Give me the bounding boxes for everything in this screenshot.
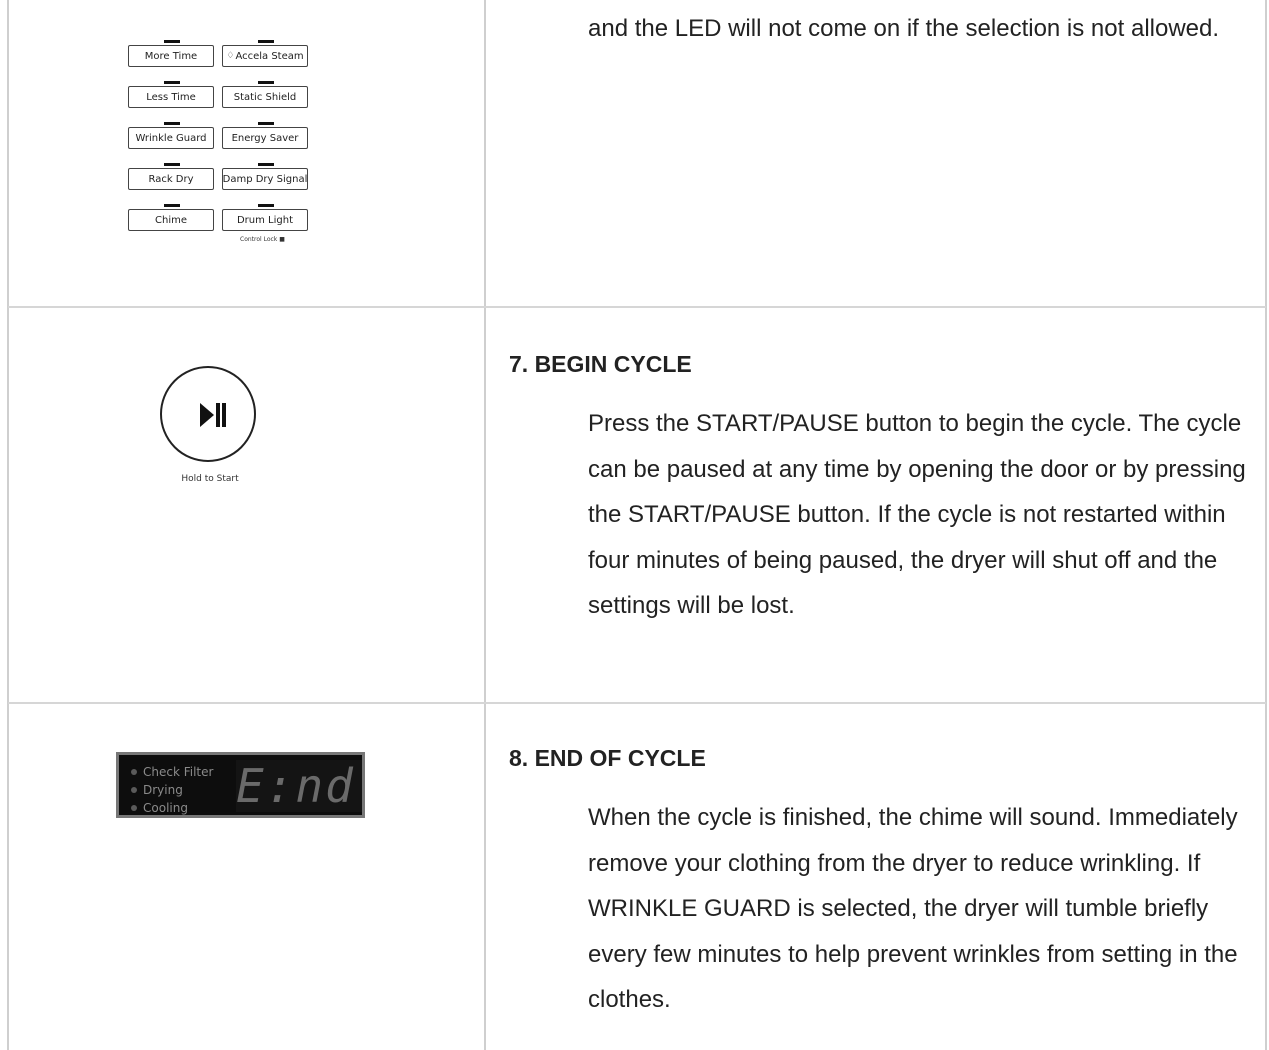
option-row: More Time ♢ Accela Steam	[127, 40, 309, 81]
led-indicator	[258, 204, 274, 207]
led-indicator	[164, 122, 180, 125]
option-row: Less Time Static Shield	[127, 81, 309, 122]
table-left-border	[7, 0, 9, 1050]
table-right-border	[1265, 0, 1267, 1050]
drying-indicator: Drying	[131, 781, 213, 799]
indicator-light-icon	[131, 805, 137, 811]
accela-steam-button: ♢ Accela Steam	[222, 45, 308, 67]
indicator-light-icon	[131, 769, 137, 775]
led-indicator	[258, 40, 274, 43]
start-pause-button	[160, 366, 256, 462]
led-indicator	[164, 40, 180, 43]
lock-icon: ■	[279, 236, 285, 243]
begin-cycle-heading: 7. BEGIN CYCLE	[509, 351, 692, 377]
static-shield-button: Static Shield	[222, 86, 308, 108]
energy-saver-button: Energy Saver	[222, 127, 308, 149]
hold-to-start-label: Hold to Start	[181, 474, 239, 484]
led-indicator	[164, 163, 180, 166]
chime-button: Chime	[128, 209, 214, 231]
rack-dry-button: Rack Dry	[128, 168, 214, 190]
option-buttons-panel: More Time ♢ Accela Steam Less Time Static…	[127, 40, 309, 245]
indicator-light-icon	[131, 787, 137, 793]
damp-dry-signal-button: Damp Dry Signal	[222, 168, 308, 190]
row1-paragraph: and the LED will not come on if the sele…	[588, 15, 1220, 42]
option-row: Wrinkle Guard Energy Saver	[127, 122, 309, 163]
more-time-button: More Time	[128, 45, 214, 67]
segment-display-text: E:nd	[236, 759, 355, 813]
end-of-cycle-heading: 8. END OF CYCLE	[509, 745, 706, 771]
indicator-list: Check Filter Drying Cooling	[131, 763, 213, 817]
led-indicator	[258, 163, 274, 166]
column-divider	[484, 0, 486, 1050]
row-divider-2	[8, 702, 1266, 704]
indicator-label: Cooling	[143, 801, 188, 815]
cooling-indicator: Cooling	[131, 799, 213, 817]
wrinkle-guard-button: Wrinkle Guard	[128, 127, 214, 149]
play-pause-icon	[200, 403, 226, 427]
control-lock-text: Control Lock	[240, 236, 278, 243]
indicator-label: Drying	[143, 783, 183, 797]
row-divider-1	[8, 306, 1266, 308]
led-indicator	[258, 81, 274, 84]
control-lock-label: Control Lock ■	[240, 236, 285, 243]
option-row: Rack Dry Damp Dry Signal	[127, 163, 309, 204]
drum-light-button: Drum Light	[222, 209, 308, 231]
steam-icon: ♢	[226, 51, 235, 61]
segment-display: E:nd	[236, 760, 362, 812]
status-display-panel: Check Filter Drying Cooling E:nd	[116, 752, 365, 818]
less-time-button: Less Time	[128, 86, 214, 108]
led-indicator	[164, 81, 180, 84]
led-indicator	[258, 122, 274, 125]
begin-cycle-paragraph: Press the START/PAUSE button to begin th…	[588, 410, 1246, 619]
accela-steam-label: Accela Steam	[235, 50, 304, 62]
end-of-cycle-paragraph: When the cycle is finished, the chime wi…	[588, 804, 1238, 1013]
led-indicator	[164, 204, 180, 207]
check-filter-indicator: Check Filter	[131, 763, 213, 781]
indicator-label: Check Filter	[143, 765, 214, 779]
